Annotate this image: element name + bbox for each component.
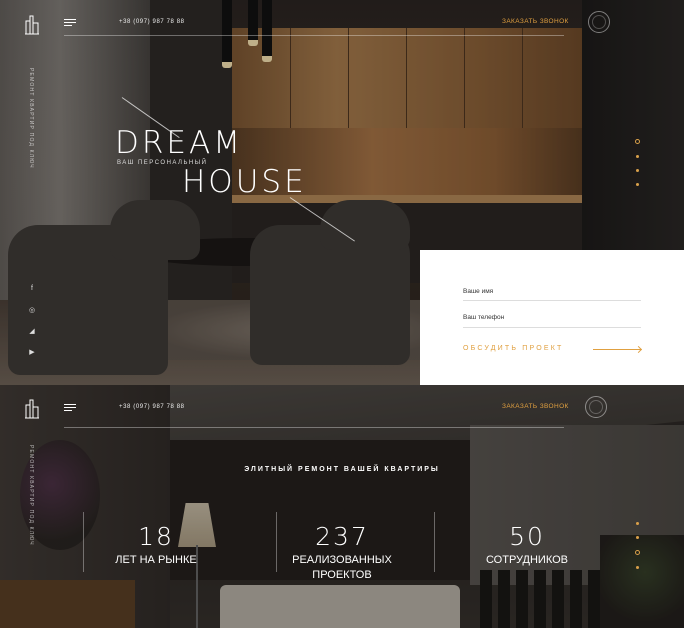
stat-value: 237 <box>315 522 369 551</box>
side-tagline: РЕМОНТ КВАРТИР ПОД КЛЮЧ <box>28 445 34 546</box>
slider-dot[interactable] <box>635 139 640 144</box>
slider-dot[interactable] <box>636 522 639 525</box>
slider-dots[interactable] <box>635 522 640 580</box>
hero-section: +38 (097) 987 78 88 ЗАКАЗАТЬ ЗВОНОК РЕМО… <box>0 0 684 385</box>
facebook-icon[interactable]: f <box>28 285 36 292</box>
hero-title-line2: HOUSE <box>182 164 307 200</box>
slider-dot[interactable] <box>635 550 640 555</box>
side-tagline: РЕМОНТ КВАРТИР ПОД КЛЮЧ <box>28 68 34 169</box>
stat-label: ЛЕТ НА РЫНКЕ <box>115 554 197 566</box>
callback-link[interactable]: ЗАКАЗАТЬ ЗВОНОК <box>502 18 569 25</box>
building-logo-icon[interactable] <box>24 13 40 35</box>
youtube-icon[interactable]: ▶ <box>28 348 36 356</box>
search-ring-icon[interactable] <box>588 11 610 33</box>
building-logo-icon[interactable] <box>24 397 40 419</box>
name-field[interactable]: Ваше имя <box>463 288 493 295</box>
stat-divider <box>83 512 84 572</box>
hero-title-line1: DREAM <box>115 125 243 161</box>
header-divider <box>64 427 564 428</box>
slider-dot[interactable] <box>636 169 639 172</box>
hamburger-menu-icon[interactable] <box>64 19 76 27</box>
stat-label: РЕАЛИЗОВАННЫХ ПРОЕКТОВ <box>292 554 392 581</box>
stat-value: 50 <box>509 522 545 551</box>
stat-divider <box>276 512 277 572</box>
slider-dot[interactable] <box>636 536 639 539</box>
stats-section: +38 (097) 987 78 88 ЗАКАЗАТЬ ЗВОНОК РЕМО… <box>0 385 684 628</box>
callback-link[interactable]: ЗАКАЗАТЬ ЗВОНОК <box>502 403 569 410</box>
telegram-icon[interactable]: ◢ <box>28 327 36 335</box>
stat-value: 18 <box>138 522 174 551</box>
slider-dot[interactable] <box>636 183 639 186</box>
phone-number[interactable]: +38 (097) 987 78 88 <box>119 19 185 25</box>
stat-label: СОТРУДНИКОВ <box>485 554 569 566</box>
hamburger-menu-icon[interactable] <box>64 404 76 412</box>
instagram-icon[interactable]: ◎ <box>28 306 36 314</box>
phone-field-underline <box>463 327 641 328</box>
arrow-right-icon[interactable] <box>593 349 641 350</box>
page: +38 (097) 987 78 88 ЗАКАЗАТЬ ЗВОНОК РЕМО… <box>0 0 684 628</box>
slider-dot[interactable] <box>636 155 639 158</box>
slider-dot[interactable] <box>636 566 639 569</box>
slider-dots[interactable] <box>635 139 640 197</box>
phone-field[interactable]: Ваш телефон <box>463 314 504 321</box>
stats-overlay <box>0 385 684 628</box>
phone-number[interactable]: +38 (097) 987 78 88 <box>119 404 185 410</box>
stat-divider <box>434 512 435 572</box>
name-field-underline <box>463 300 641 301</box>
search-ring-icon[interactable] <box>585 396 607 418</box>
discuss-project-button[interactable]: ОБСУДИТЬ ПРОЕКТ <box>463 345 564 352</box>
contact-form: Ваше имя Ваш телефон ОБСУДИТЬ ПРОЕКТ <box>420 250 684 385</box>
stats-heading: ЭЛИТНЫЙ РЕМОНТ ВАШЕЙ КВАРТИРЫ <box>244 466 440 473</box>
header-divider <box>64 35 564 36</box>
